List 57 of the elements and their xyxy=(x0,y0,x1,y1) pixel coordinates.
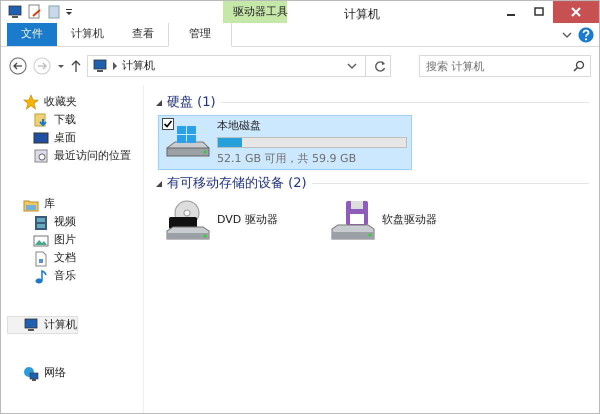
ribbon-tab[interactable]: 管理 xyxy=(168,23,232,47)
drive-item[interactable]: 本地磁盘 52.1 GB 可用，共 59.9 GB xyxy=(158,114,412,170)
back-icon[interactable] xyxy=(9,57,27,75)
dropdown-icon[interactable] xyxy=(347,61,357,71)
desktop-icon xyxy=(33,130,49,146)
collapse-icon[interactable] xyxy=(156,180,162,187)
address-bar[interactable]: 计算机 xyxy=(87,55,391,77)
up-icon[interactable] xyxy=(71,59,81,73)
search-icon xyxy=(573,60,585,72)
download-folder-icon xyxy=(33,112,49,128)
drive-name: DVD 驱动器 xyxy=(217,212,278,228)
sidebar-item[interactable]: 下载 xyxy=(1,111,131,129)
search-field[interactable]: 搜索 计算机 xyxy=(419,55,591,77)
ribbon-tab[interactable]: 计算机 xyxy=(57,23,118,46)
drive-space-text: 52.1 GB 可用，共 59.9 GB xyxy=(217,150,358,166)
breadcrumb-arrow-icon[interactable] xyxy=(112,62,118,70)
close-button[interactable] xyxy=(553,1,599,23)
picture-icon xyxy=(33,232,49,248)
collapse-icon[interactable] xyxy=(156,100,162,106)
section-header[interactable]: 硬盘 (1) xyxy=(167,93,216,112)
help-icon[interactable] xyxy=(578,26,594,42)
breadcrumb-item[interactable]: 计算机 xyxy=(122,58,343,74)
drive-item[interactable]: DVD 驱动器 xyxy=(158,196,283,246)
drive-name: 本地磁盘 xyxy=(217,118,262,134)
computer-icon xyxy=(92,58,108,74)
computer-icon xyxy=(23,317,39,333)
sidebar-item[interactable]: 收藏夹 xyxy=(1,93,131,111)
sidebar-item[interactable]: 桌面 xyxy=(1,129,131,147)
refresh-icon[interactable] xyxy=(374,60,386,72)
recent-locations-icon[interactable] xyxy=(57,62,65,70)
sidebar-item[interactable]: 库 xyxy=(1,196,76,214)
properties-icon[interactable] xyxy=(28,4,42,20)
expand-ribbon-icon[interactable] xyxy=(562,30,572,40)
section-header[interactable]: 有可移动存储的设备 (2) xyxy=(167,174,307,194)
sidebar-item[interactable]: 视频 xyxy=(1,214,76,232)
drive-item[interactable]: 软盘驱动器 xyxy=(322,196,442,246)
sidebar-item[interactable]: 音乐 xyxy=(1,268,76,286)
music-note-icon xyxy=(33,268,49,284)
window-title: 计算机 xyxy=(343,6,381,23)
computer-icon[interactable] xyxy=(6,4,22,20)
maximize-icon[interactable] xyxy=(534,7,544,17)
checkbox[interactable] xyxy=(162,118,174,130)
ribbon-tab[interactable]: 查看 xyxy=(118,23,168,46)
close-icon[interactable] xyxy=(571,7,581,17)
ribbon-group-title: 驱动器工具 xyxy=(223,1,287,23)
document-icon xyxy=(33,250,49,266)
star-icon xyxy=(23,94,39,110)
sidebar-item[interactable]: 网络 xyxy=(1,364,66,382)
recent-places-icon xyxy=(33,148,49,164)
sidebar-item[interactable]: 文档 xyxy=(1,250,76,268)
sidebar-item[interactable]: 计算机 xyxy=(7,316,78,334)
film-icon xyxy=(33,214,49,230)
sidebar-item[interactable]: 图片 xyxy=(1,232,76,250)
network-icon xyxy=(23,366,39,382)
file-menu-button[interactable]: 文件 xyxy=(7,23,57,46)
sidebar-item[interactable]: 最近访问的位置 xyxy=(1,147,131,165)
drive-name: 软盘驱动器 xyxy=(382,212,437,228)
